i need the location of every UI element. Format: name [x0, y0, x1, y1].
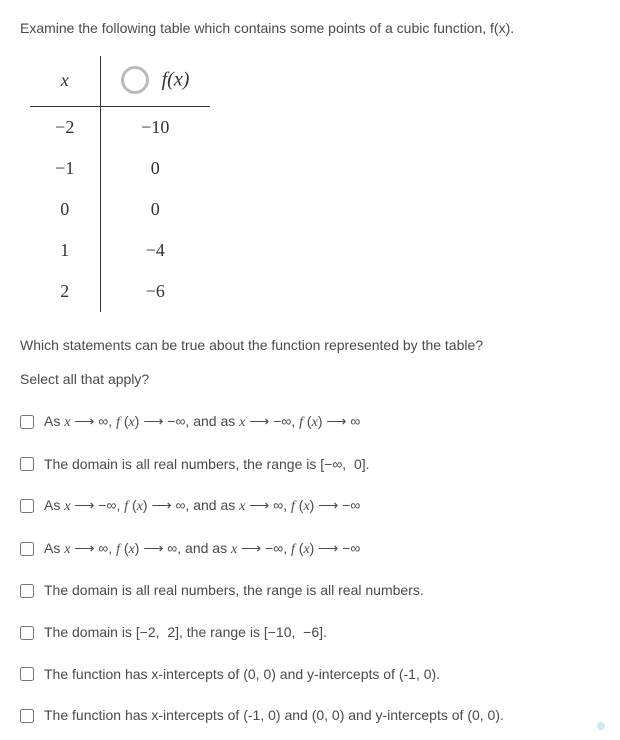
option-item: The domain is [−2, 2], the range is [−10…	[20, 623, 600, 643]
option-checkbox-5[interactable]	[20, 584, 34, 598]
option-item: The domain is all real numbers, the rang…	[20, 455, 600, 475]
cell-fx: −4	[100, 230, 210, 271]
table-header-x: x	[30, 56, 100, 107]
data-table-container: x f(x) −2 −10 −1 0 0 0 1 −4	[30, 56, 600, 312]
cell-x: 1	[30, 230, 100, 271]
option-label: The function has x-intercepts of (0, 0) …	[44, 665, 440, 685]
option-checkbox-4[interactable]	[20, 542, 34, 556]
option-checkbox-7[interactable]	[20, 667, 34, 681]
cell-fx: −6	[100, 271, 210, 312]
option-label: The function has x-intercepts of (-1, 0)…	[44, 706, 504, 726]
option-item: The domain is all real numbers, the rang…	[20, 581, 600, 601]
help-icon[interactable]	[597, 722, 605, 730]
option-label: The domain is all real numbers, the rang…	[44, 455, 370, 475]
table-row: 2 −6	[30, 271, 210, 312]
option-item: As x ⟶ ∞, f (x) ⟶ −∞, and as x ⟶ −∞, f (…	[20, 412, 600, 433]
option-label: As x ⟶ ∞, f (x) ⟶ −∞, and as x ⟶ −∞, f (…	[44, 412, 360, 433]
table-row: 1 −4	[30, 230, 210, 271]
option-item: The function has x-intercepts of (0, 0) …	[20, 665, 600, 685]
table-header-fx: f(x)	[100, 56, 210, 107]
cell-fx: 0	[100, 189, 210, 230]
option-item: The function has x-intercepts of (-1, 0)…	[20, 706, 600, 726]
option-label: As x ⟶ ∞, f (x) ⟶ ∞, and as x ⟶ −∞, f (x…	[44, 539, 360, 560]
cell-x: 0	[30, 189, 100, 230]
option-item: As x ⟶ −∞, f (x) ⟶ ∞, and as x ⟶ ∞, f (x…	[20, 496, 600, 517]
intro-text: Examine the following table which contai…	[20, 20, 600, 36]
option-checkbox-6[interactable]	[20, 626, 34, 640]
option-checkbox-8[interactable]	[20, 709, 34, 723]
table-row: −1 0	[30, 148, 210, 189]
option-checkbox-1[interactable]	[20, 415, 34, 429]
option-checkbox-3[interactable]	[20, 499, 34, 513]
option-checkbox-2[interactable]	[20, 457, 34, 471]
table-row: −2 −10	[30, 107, 210, 149]
question-text: Which statements can be true about the f…	[20, 337, 600, 353]
cell-x: −2	[30, 107, 100, 149]
cell-fx: 0	[100, 148, 210, 189]
options-list: As x ⟶ ∞, f (x) ⟶ −∞, and as x ⟶ −∞, f (…	[20, 412, 600, 726]
cell-fx: −10	[100, 107, 210, 149]
option-label: The domain is [−2, 2], the range is [−10…	[44, 623, 327, 643]
table-row: 0 0	[30, 189, 210, 230]
circle-icon	[121, 66, 149, 94]
cell-x: 2	[30, 271, 100, 312]
option-label: As x ⟶ −∞, f (x) ⟶ ∞, and as x ⟶ ∞, f (x…	[44, 496, 360, 517]
option-label: The domain is all real numbers, the rang…	[44, 581, 424, 601]
option-item: As x ⟶ ∞, f (x) ⟶ ∞, and as x ⟶ −∞, f (x…	[20, 539, 600, 560]
select-prompt: Select all that apply?	[20, 371, 600, 387]
fx-label: f(x)	[162, 69, 190, 91]
cell-x: −1	[30, 148, 100, 189]
data-table: x f(x) −2 −10 −1 0 0 0 1 −4	[30, 56, 210, 312]
